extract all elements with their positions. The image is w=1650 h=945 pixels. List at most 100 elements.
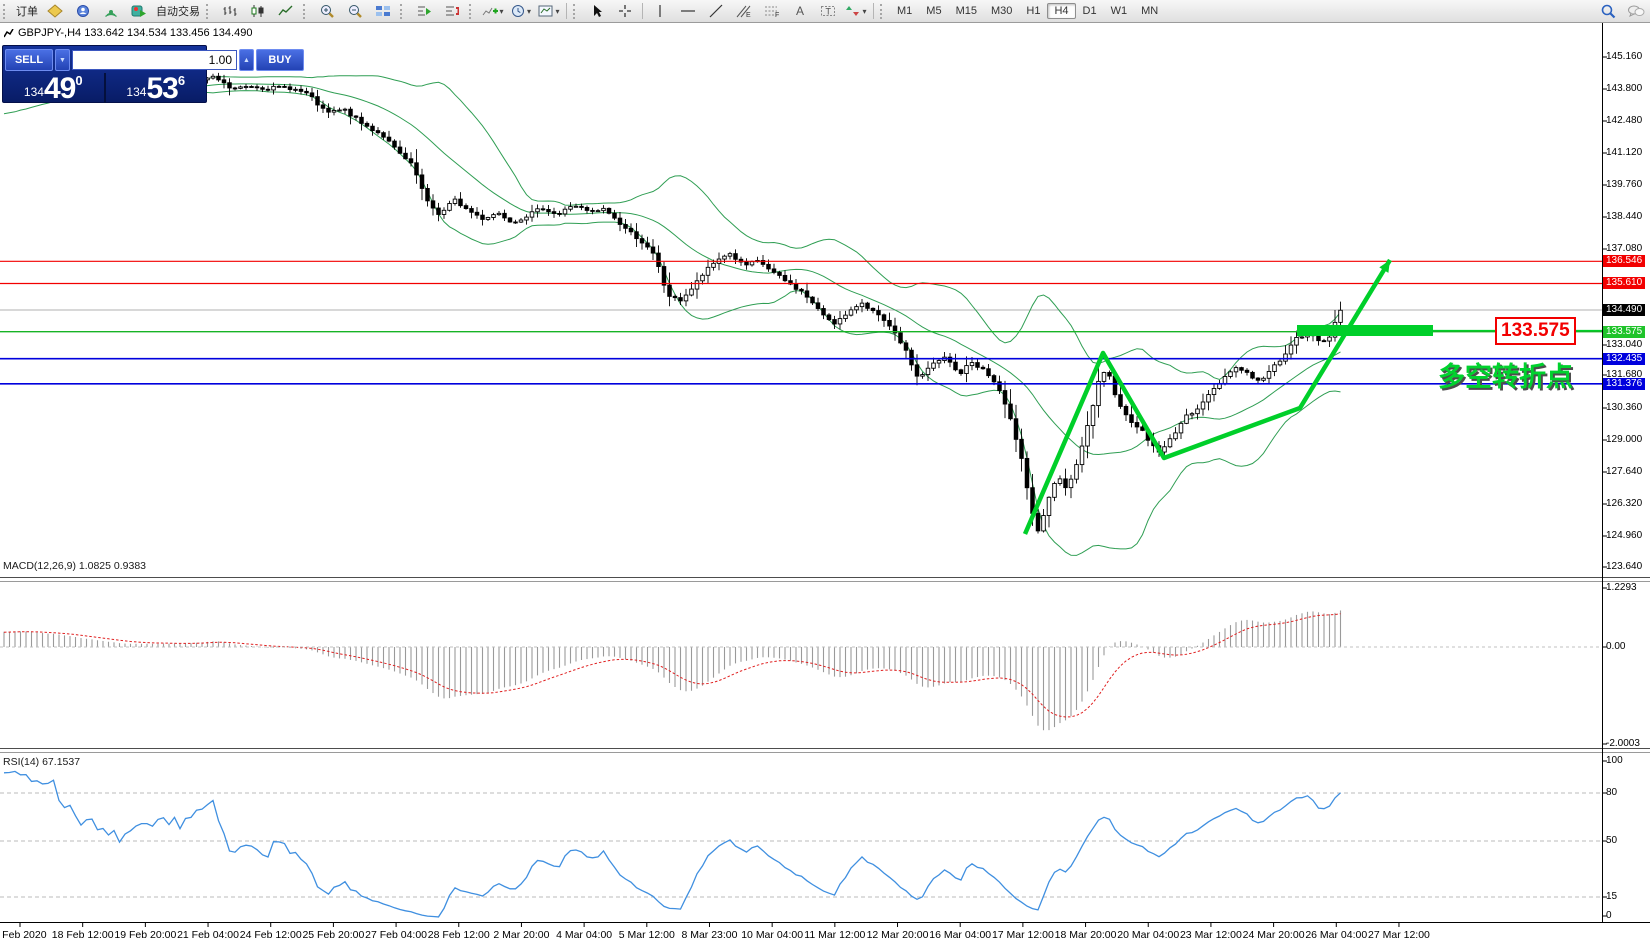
fibonacci-icon[interactable]: F: [758, 0, 786, 22]
timeframe-H1[interactable]: H1: [1019, 3, 1047, 19]
price-axis-label: 132.435: [1603, 353, 1645, 365]
rsi-label: RSI(14) 67.1537: [3, 756, 80, 768]
date-axis-label: 4 Mar 04:00: [556, 929, 612, 941]
macd-label: MACD(12,26,9) 1.0825 0.9383: [3, 560, 146, 572]
svg-text:E: E: [746, 12, 751, 18]
date-axis-label: 25 Feb 20:00: [302, 929, 364, 941]
vline-icon[interactable]: [646, 0, 674, 22]
autoscroll-icon[interactable]: [410, 0, 438, 22]
date-axis-label: 16 Mar 04:00: [929, 929, 991, 941]
toolbar-grip[interactable]: [573, 4, 580, 19]
timeframe-M30[interactable]: M30: [984, 3, 1019, 19]
date-axis-label: 26 Mar 04:00: [1305, 929, 1367, 941]
volume-decrease-button[interactable]: ▼: [55, 49, 70, 71]
cursor-icon[interactable]: [583, 0, 611, 22]
price-axis-label: 126.320: [1606, 498, 1642, 510]
hline-icon[interactable]: [674, 0, 702, 22]
sell-price-pip: 0: [75, 73, 82, 88]
chart-shift-icon[interactable]: [438, 0, 466, 22]
toolbar-grip[interactable]: [206, 4, 213, 19]
price-axis-label: 129.000: [1606, 434, 1642, 446]
toolbar-grip[interactable]: [400, 4, 407, 19]
price-axis-label: 130.360: [1606, 402, 1642, 414]
volume-input[interactable]: [72, 50, 237, 70]
price-axis-label: 138.440: [1606, 211, 1642, 223]
text-icon[interactable]: A: [786, 0, 814, 22]
timeframe-D1[interactable]: D1: [1076, 3, 1104, 19]
new-order-icon[interactable]: [41, 0, 69, 22]
periods-icon[interactable]: ▾: [507, 0, 535, 22]
autotrading-label[interactable]: 自动交易: [153, 3, 203, 19]
timeframe-M15[interactable]: M15: [949, 3, 984, 19]
resistance-highlight-bar[interactable]: [1297, 325, 1433, 336]
date-axis-label: 7 Feb 2020: [0, 929, 47, 941]
timeframe-M5[interactable]: M5: [919, 3, 948, 19]
indicator-axis-label: 1.2293: [1606, 582, 1637, 594]
timeframe-M1[interactable]: M1: [890, 3, 919, 19]
price-axis-label: 139.760: [1606, 179, 1642, 191]
profiles-icon[interactable]: [69, 0, 97, 22]
price-axis-label: 131.376: [1603, 378, 1645, 390]
price-axis-label: 127.640: [1606, 466, 1642, 478]
toolbar-grip[interactable]: [303, 4, 310, 19]
timeframe-W1[interactable]: W1: [1104, 3, 1135, 19]
tile-windows-icon[interactable]: [369, 0, 397, 22]
search-icon[interactable]: [1594, 0, 1622, 22]
price-axis-label: 142.480: [1606, 115, 1642, 127]
buy-price[interactable]: 134536: [106, 73, 207, 103]
zoom-in-icon[interactable]: [313, 0, 341, 22]
price-axis-label: 141.120: [1606, 147, 1642, 159]
chart-line-icon[interactable]: [272, 0, 300, 22]
date-axis-label: 21 Feb 04:00: [177, 929, 239, 941]
chart-canvas[interactable]: [0, 0, 1650, 945]
arrows-icon[interactable]: ▾: [842, 0, 870, 22]
templates-icon[interactable]: ▾: [535, 0, 563, 22]
date-axis-label: 18 Mar 20:00: [1055, 929, 1117, 941]
one-click-trading-panel: SELL ▼ ▲ BUY 134490 134536: [2, 45, 207, 103]
text-label-icon[interactable]: T: [814, 0, 842, 22]
date-axis-label: 5 Mar 12:00: [619, 929, 675, 941]
toolbar-grip[interactable]: [3, 4, 10, 19]
chart-corner-icon: [4, 29, 14, 38]
signal-icon[interactable]: [97, 0, 125, 22]
main-toolbar: 订单 自动交易: [0, 0, 1650, 23]
symbol-info-bar: GBPJPY-,H4 133.642 134.534 133.456 134.4…: [4, 27, 252, 39]
buy-button[interactable]: BUY: [256, 49, 304, 71]
chart-bars-icon[interactable]: [216, 0, 244, 22]
date-axis-label: 18 Feb 12:00: [52, 929, 114, 941]
price-axis-label: 133.575: [1603, 326, 1645, 338]
sell-button[interactable]: SELL: [5, 49, 53, 71]
chart-candles-icon[interactable]: [244, 0, 272, 22]
crosshair-icon[interactable]: [611, 0, 639, 22]
sell-price-big: 49: [44, 76, 75, 102]
trendline-icon[interactable]: [702, 0, 730, 22]
zoom-out-icon[interactable]: [341, 0, 369, 22]
toolbar-grip[interactable]: [469, 4, 476, 19]
autotrading-icon[interactable]: [125, 0, 153, 22]
price-axis-label: 123.640: [1606, 561, 1642, 573]
chat-icon[interactable]: [1622, 0, 1650, 22]
volume-increase-button[interactable]: ▲: [239, 49, 254, 71]
indicators-icon[interactable]: ▾: [479, 0, 507, 22]
indicator-axis-label: 100: [1606, 755, 1623, 767]
turning-point-annotation[interactable]: 多空转折点: [1438, 355, 1573, 394]
channel-icon[interactable]: E: [730, 0, 758, 22]
price-axis-label: 124.960: [1606, 530, 1642, 542]
symbol-ohlc-text: GBPJPY-,H4 133.642 134.534 133.456 134.4…: [18, 27, 252, 39]
timeframe-H4[interactable]: H4: [1047, 3, 1075, 19]
toolbar-grip[interactable]: [880, 4, 887, 19]
timeframe-toolbar: M1M5M15M30H1H4D1W1MN: [890, 3, 1165, 19]
sell-price-base: 134: [24, 85, 44, 99]
price-level-callout[interactable]: 133.575: [1495, 317, 1576, 345]
indicator-axis-label: 15: [1606, 891, 1617, 903]
date-axis-label: 8 Mar 23:00: [681, 929, 737, 941]
date-axis-label: 17 Mar 12:00: [992, 929, 1054, 941]
date-axis-label: 12 Mar 20:00: [867, 929, 929, 941]
buy-price-big: 53: [146, 76, 177, 102]
price-axis-label: 143.800: [1606, 83, 1642, 95]
new-order-label[interactable]: 订单: [13, 3, 41, 19]
timeframe-MN[interactable]: MN: [1134, 3, 1165, 19]
sell-price[interactable]: 134490: [3, 73, 104, 103]
date-axis-label: 24 Feb 12:00: [240, 929, 302, 941]
date-axis-label: 11 Mar 12:00: [804, 929, 865, 941]
